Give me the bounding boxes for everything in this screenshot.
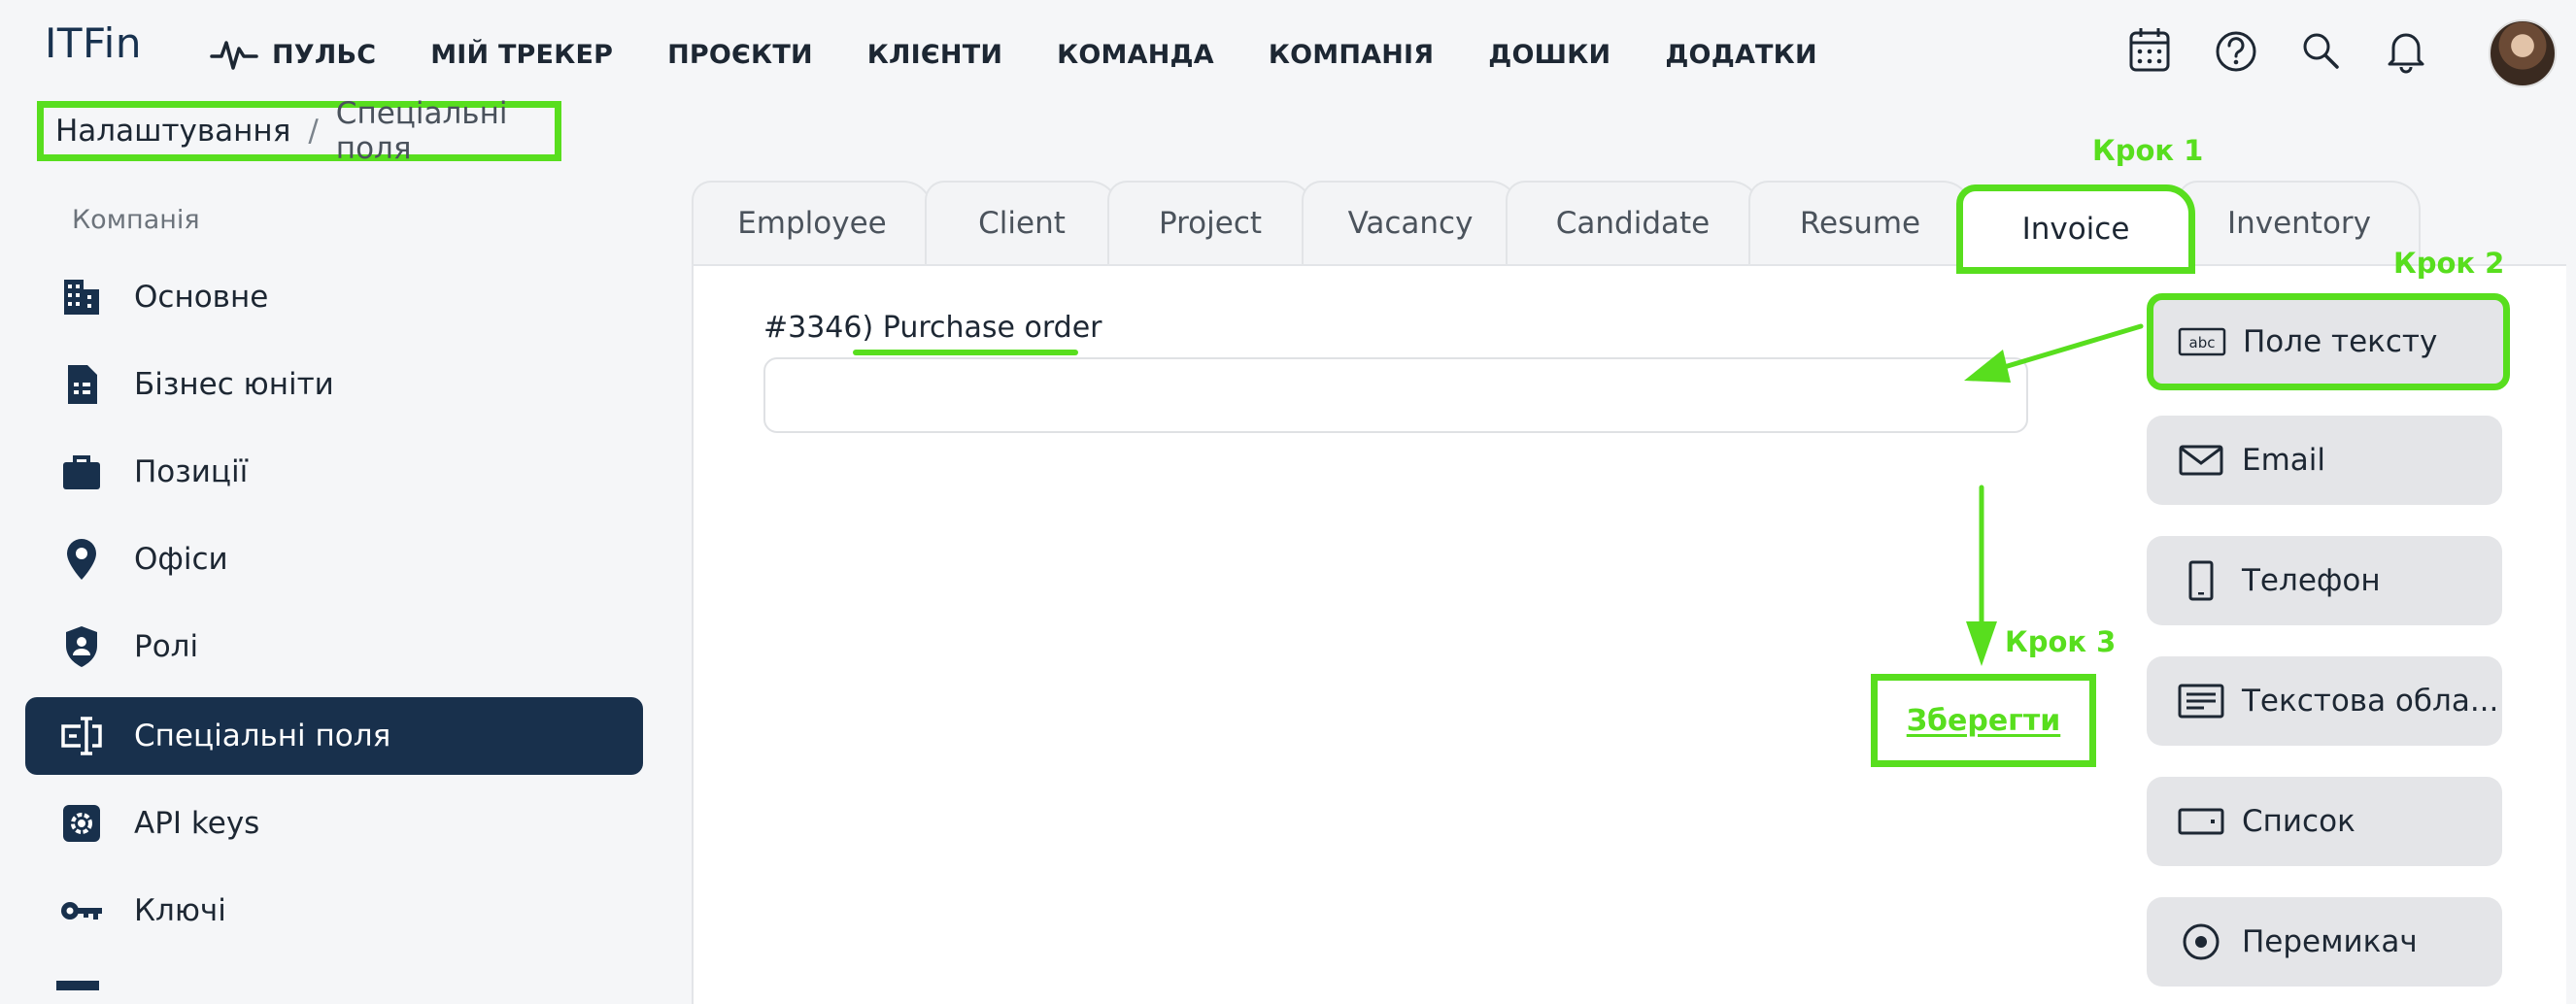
breadcrumb-separator: / xyxy=(308,114,319,149)
field-type-label: Перемикач xyxy=(2242,924,2418,959)
nav-item-pulse[interactable]: ПУЛЬС xyxy=(210,35,376,74)
sidebar-item-keys[interactable]: Ключі xyxy=(25,872,643,950)
nav-label: КОМПАНІЯ xyxy=(1268,39,1435,70)
sidebar-item-api-keys[interactable]: API keys xyxy=(25,785,643,862)
select-icon xyxy=(2174,807,2228,836)
sidebar-item-label: Офіси xyxy=(134,542,228,577)
field-type-text-button[interactable]: abc Поле тексту xyxy=(2147,293,2510,390)
nav-item-team[interactable]: КОМАНДА xyxy=(1057,40,1214,70)
sidebar-next-icon xyxy=(56,981,99,990)
sidebar-item-general[interactable]: Основне xyxy=(25,258,643,336)
sidebar-item-roles[interactable]: Ролі xyxy=(25,608,643,686)
sidebar-item-label: Ключі xyxy=(134,893,226,928)
sidebar-item-business-units[interactable]: Бізнес юніти xyxy=(25,346,643,423)
tab-inventory[interactable]: Inventory xyxy=(2178,181,2421,264)
text-field-icon xyxy=(56,711,107,761)
location-icon xyxy=(56,534,107,585)
building-icon xyxy=(56,272,107,322)
main-nav: ПУЛЬС МІЙ ТРЕКЕР ПРОЄКТИ КЛІЄНТИ КОМАНДА… xyxy=(210,29,1872,80)
shield-icon xyxy=(56,621,107,672)
abc-icon: abc xyxy=(2175,326,2229,357)
field-type-phone-button[interactable]: Телефон xyxy=(2147,536,2502,625)
field-type-textarea-button[interactable]: Текстова обла... xyxy=(2147,656,2502,746)
sidebar-item-label: Ролі xyxy=(134,629,199,664)
tab-label: Candidate xyxy=(1555,206,1711,241)
key-icon xyxy=(56,886,107,936)
nav-item-my-tracker[interactable]: МІЙ ТРЕКЕР xyxy=(430,40,613,70)
custom-field-label: #3346) Purchase order xyxy=(763,311,1102,355)
sidebar-item-offices[interactable]: Офіси xyxy=(25,520,643,598)
field-type-label: Поле тексту xyxy=(2243,324,2438,359)
field-name-underline xyxy=(853,350,1078,355)
tab-label: Invoice xyxy=(2021,212,2130,247)
tab-candidate[interactable]: Candidate xyxy=(1506,181,1760,264)
nav-item-addons[interactable]: ДОДАТКИ xyxy=(1665,40,1816,70)
help-icon[interactable] xyxy=(2213,25,2259,74)
sidebar-item-label: Позиції xyxy=(134,454,249,489)
sidebar-item-label: Спеціальні поля xyxy=(134,719,391,753)
nav-label: КОМАНДА xyxy=(1057,39,1214,70)
tab-label: Resume xyxy=(1799,206,1921,241)
breadcrumb: Налаштування / Спеціальні поля xyxy=(37,96,561,166)
nav-label: КЛІЄНТИ xyxy=(866,39,1003,70)
custom-field-input[interactable] xyxy=(763,357,2028,433)
radio-icon xyxy=(2174,921,2228,962)
nav-label: ДОШКИ xyxy=(1488,39,1611,70)
bell-icon[interactable] xyxy=(2384,25,2428,74)
nav-item-projects[interactable]: ПРОЄКТИ xyxy=(667,40,813,70)
briefcase-icon xyxy=(56,447,107,497)
tab-client[interactable]: Client xyxy=(925,181,1119,264)
tab-label: Client xyxy=(978,206,1066,241)
sidebar-item-positions[interactable]: Позиції xyxy=(25,433,643,511)
svg-text:abc: abc xyxy=(2189,334,2216,351)
tab-project[interactable]: Project xyxy=(1107,181,1313,264)
field-type-select-button[interactable]: Список xyxy=(2147,777,2502,866)
tab-employee[interactable]: Employee xyxy=(692,181,932,264)
annotation-step-1: Крок 1 xyxy=(2092,134,2204,167)
nav-item-clients[interactable]: КЛІЄНТИ xyxy=(867,40,1002,70)
breadcrumb-root[interactable]: Налаштування xyxy=(55,114,290,149)
tab-label: Employee xyxy=(737,206,887,241)
user-avatar[interactable] xyxy=(2489,19,2557,87)
field-type-label: Email xyxy=(2242,443,2326,478)
nav-label: ПУЛЬС xyxy=(272,39,377,70)
app-logo[interactable]: ITFin xyxy=(45,19,142,67)
mail-icon xyxy=(2174,444,2228,477)
sidebar-item-custom-fields[interactable]: Спеціальні поля xyxy=(25,697,643,775)
gear-icon xyxy=(56,798,107,849)
tab-label: Project xyxy=(1158,206,1263,241)
textarea-icon xyxy=(2174,683,2228,720)
annotation-step-2: Крок 2 xyxy=(2393,247,2505,280)
field-type-radio-button[interactable]: Перемикач xyxy=(2147,897,2502,987)
tab-label: Inventory xyxy=(2226,206,2372,241)
nav-item-boards[interactable]: ДОШКИ xyxy=(1488,40,1610,70)
tab-invoice[interactable]: Invoice xyxy=(1956,184,2195,274)
nav-label: МІЙ ТРЕКЕР xyxy=(430,39,614,70)
annotation-step-3: Крок 3 xyxy=(2005,625,2117,658)
nav-label: ДОДАТКИ xyxy=(1665,39,1817,70)
tab-label: Vacancy xyxy=(1347,206,1474,241)
sidebar-item-label: Основне xyxy=(134,280,269,315)
calendar-icon[interactable] xyxy=(2127,25,2172,74)
sidebar-item-label: API keys xyxy=(134,806,260,841)
tab-vacancy[interactable]: Vacancy xyxy=(1302,181,1519,264)
tab-resume[interactable]: Resume xyxy=(1748,181,1972,264)
sidebar-section-title: Компанія xyxy=(72,205,200,235)
save-button[interactable]: Зберегти xyxy=(1871,674,2096,767)
field-type-email-button[interactable]: Email xyxy=(2147,416,2502,505)
breadcrumb-current: Спеціальні поля xyxy=(335,96,508,166)
field-type-label: Текстова обла... xyxy=(2242,684,2499,719)
field-type-label: Телефон xyxy=(2242,563,2381,598)
nav-item-company[interactable]: КОМПАНІЯ xyxy=(1269,40,1434,70)
document-icon xyxy=(56,359,107,410)
custom-field-id: #3346) xyxy=(763,311,874,345)
search-icon[interactable] xyxy=(2298,25,2343,74)
field-type-label: Список xyxy=(2242,804,2356,839)
nav-label: ПРОЄКТИ xyxy=(667,39,813,70)
pulse-icon xyxy=(210,41,258,70)
sidebar-item-label: Бізнес юніти xyxy=(134,367,334,402)
phone-icon xyxy=(2174,559,2228,602)
custom-field-name: Purchase order xyxy=(882,311,1102,345)
